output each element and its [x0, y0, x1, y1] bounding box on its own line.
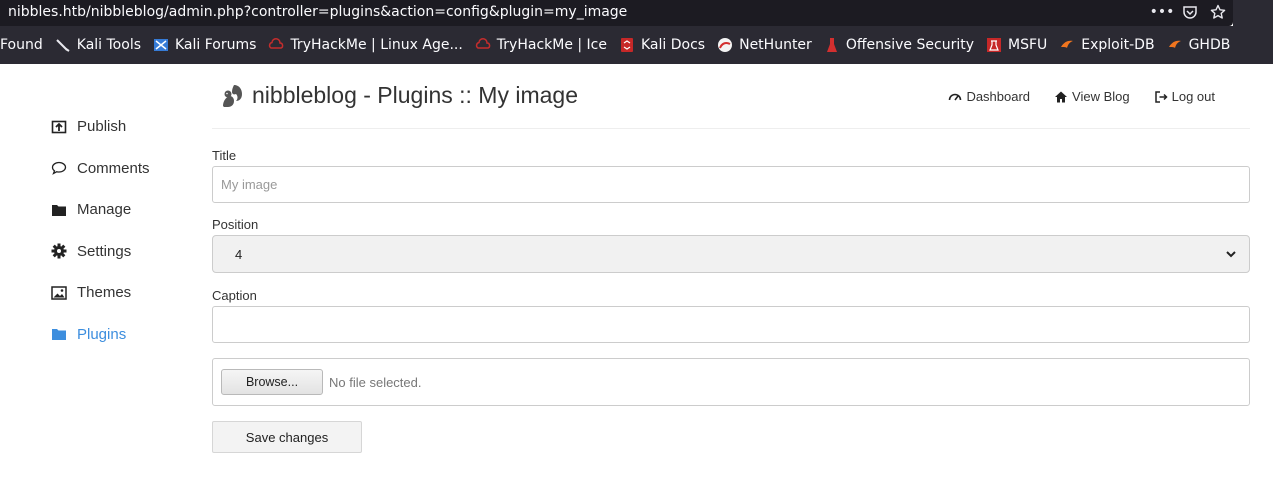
sidebar-item-plugins[interactable]: Plugins — [50, 314, 200, 356]
file-upload-field: Browse... No file selected. — [212, 358, 1250, 406]
bookmark-nethunter[interactable]: NetHunter — [717, 34, 812, 56]
file-status: No file selected. — [329, 374, 422, 390]
bookmark-kali-tools[interactable]: Kali Tools — [55, 34, 141, 56]
tryhackme-icon — [475, 37, 491, 53]
sidebar-item-comments[interactable]: Comments — [50, 148, 200, 190]
logout-icon — [1154, 90, 1168, 104]
publish-icon — [50, 118, 68, 136]
save-changes-button[interactable]: Save changes — [212, 421, 362, 453]
dashboard-icon — [948, 90, 962, 104]
bookmark-tryhackme-ice[interactable]: TryHackMe | Ice — [475, 34, 607, 56]
exploitdb-icon — [1059, 37, 1075, 53]
sidebar: Publish Comments Manage Settings Themes … — [50, 106, 200, 355]
kali-forums-icon — [153, 37, 169, 53]
url-bar[interactable]: nibbles.htb/nibbleblog/admin.php?control… — [0, 0, 1233, 26]
bookmark-ghdb[interactable]: GHDB — [1167, 34, 1231, 56]
title-input[interactable]: My image — [212, 166, 1250, 203]
bookmark-label: Kali Forums — [175, 37, 257, 53]
sidebar-item-publish[interactable]: Publish — [50, 106, 200, 148]
folder-open-icon — [50, 325, 68, 343]
sidebar-item-label: Settings — [77, 242, 132, 260]
folder-icon — [50, 201, 68, 219]
position-value: 4 — [235, 246, 243, 262]
comment-icon — [50, 159, 68, 177]
sidebar-item-manage[interactable]: Manage — [50, 189, 200, 231]
sidebar-item-label: Plugins — [77, 325, 127, 343]
bookmark-label: TryHackMe | Ice — [496, 37, 607, 53]
title-label: Title — [212, 148, 237, 163]
caption-input[interactable] — [212, 306, 1250, 343]
browse-button[interactable]: Browse... — [221, 369, 323, 395]
bookmark-kali-forums[interactable]: Kali Forums — [153, 34, 256, 56]
bookmark-label: NetHunter — [739, 37, 812, 53]
page-header: nibbleblog - Plugins :: My image Dashboa… — [212, 78, 1250, 129]
more-actions-icon[interactable]: ••• — [1150, 3, 1175, 21]
chevron-down-icon — [1225, 248, 1237, 260]
gear-icon — [50, 242, 68, 260]
image-icon — [50, 284, 68, 302]
position-label: Position — [212, 217, 259, 232]
nav-link-label: Dashboard — [966, 89, 1031, 104]
home-icon — [1054, 90, 1068, 104]
bookmarks-bar: Found Kali Tools Kali Forums TryHackMe |… — [0, 26, 1273, 64]
position-select[interactable]: 4 — [212, 235, 1250, 273]
caption-label: Caption — [212, 288, 257, 303]
sidebar-item-label: Manage — [77, 201, 132, 219]
tryhackme-icon — [268, 37, 284, 53]
sidebar-item-themes[interactable]: Themes — [50, 272, 200, 314]
bookmark-label: Found — [0, 37, 43, 53]
kali-tools-icon — [55, 37, 71, 53]
bookmark-tryhackme-linux[interactable]: TryHackMe | Linux Age... — [268, 34, 463, 56]
bookmark-exploit-db[interactable]: Exploit-DB — [1059, 34, 1155, 56]
bookmark-label: Kali Docs — [641, 37, 706, 53]
bookmark-label: Exploit-DB — [1081, 37, 1155, 53]
page-title: nibbleblog - Plugins :: My image — [252, 82, 578, 108]
star-icon[interactable] — [1209, 3, 1227, 21]
bookmark-msfu[interactable]: MSFU — [986, 34, 1047, 56]
bookmark-offensive-security[interactable]: Offensive Security — [824, 34, 974, 56]
bookmark-label: Offensive Security — [845, 37, 974, 53]
ghdb-icon — [1167, 37, 1183, 53]
pocket-icon[interactable] — [1181, 3, 1199, 21]
nav-link-label: Log out — [1171, 89, 1215, 104]
top-nav: Dashboard View Blog Log out — [948, 89, 1215, 104]
sidebar-item-label: Themes — [77, 284, 132, 302]
msfu-icon — [986, 37, 1002, 53]
sidebar-item-settings[interactable]: Settings — [50, 231, 200, 273]
dashboard-link[interactable]: Dashboard — [948, 89, 1030, 104]
view-blog-link[interactable]: View Blog — [1054, 89, 1130, 104]
url-text[interactable]: nibbles.htb/nibbleblog/admin.php?control… — [8, 4, 627, 20]
sidebar-item-label: Comments — [77, 159, 150, 177]
bookmark-label: Kali Tools — [76, 37, 141, 53]
squirrel-logo-icon — [220, 82, 244, 110]
bookmark-label: MSFU — [1008, 37, 1048, 53]
logout-link[interactable]: Log out — [1154, 89, 1215, 104]
bookmark-label: GHDB — [1188, 37, 1231, 53]
nav-link-label: View Blog — [1072, 89, 1130, 104]
bookmark-label: TryHackMe | Linux Age... — [290, 37, 463, 53]
bookmark-kali-docs[interactable]: Kali Docs — [619, 34, 705, 56]
kali-docs-icon — [619, 37, 635, 53]
nethunter-icon — [717, 37, 733, 53]
bookmark-found[interactable]: Found — [0, 34, 43, 56]
toolbar-strip — [1233, 0, 1273, 26]
sidebar-item-label: Publish — [77, 118, 127, 136]
plugin-config-form: Title My image Position 4 Caption Browse… — [212, 148, 1250, 453]
offsec-icon — [824, 37, 840, 53]
